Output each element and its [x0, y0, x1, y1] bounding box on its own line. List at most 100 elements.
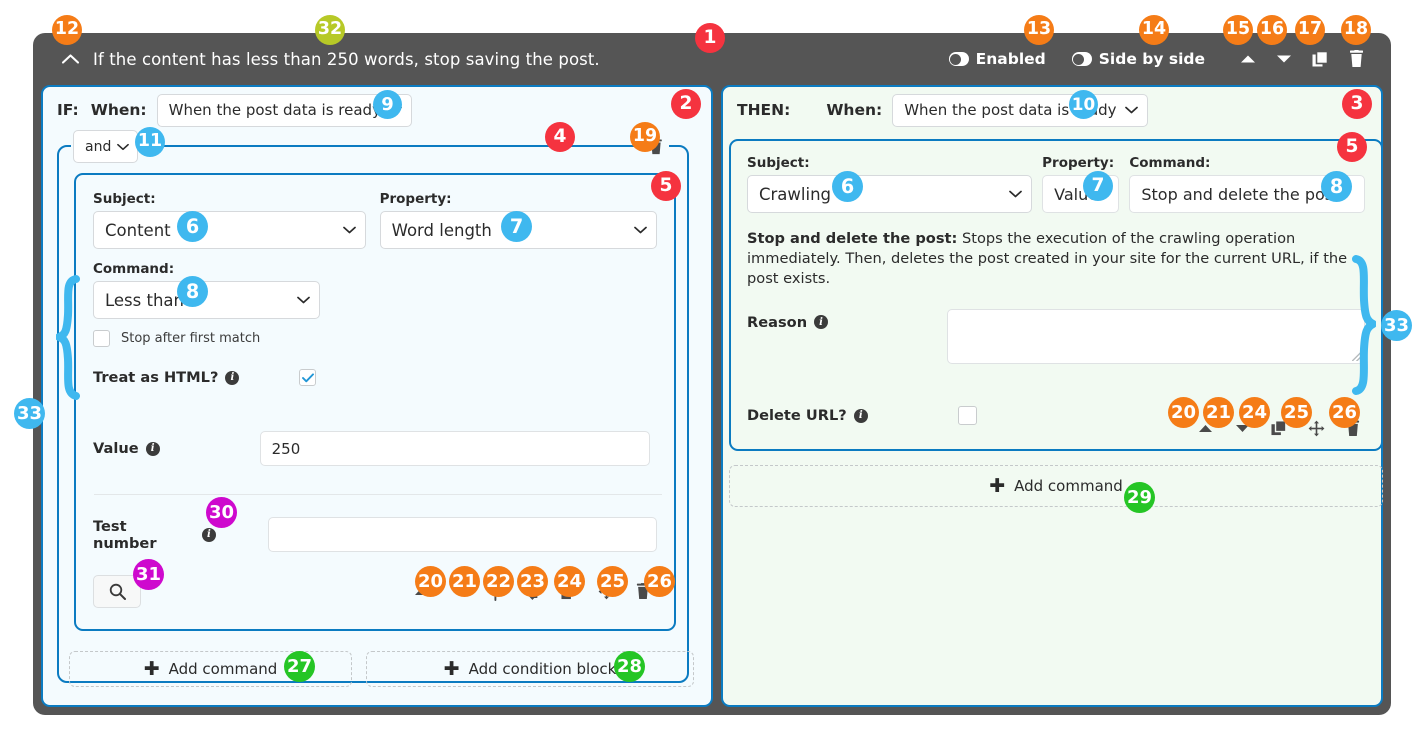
- info-icon[interactable]: i: [225, 370, 240, 385]
- then-command-label: Command:: [1129, 155, 1211, 171]
- then-panel: THEN: When: When the post data is ready …: [721, 85, 1383, 707]
- chevron-down-icon: [117, 143, 130, 151]
- chevron-down-icon: [1124, 106, 1138, 114]
- subject-select[interactable]: Content: [93, 211, 366, 249]
- then-add-command-label: Add command: [1014, 477, 1123, 495]
- if-when-select-value: When the post data is ready: [168, 101, 381, 119]
- test-number-input[interactable]: [267, 517, 657, 552]
- annotation-badge-6: 6: [177, 211, 208, 242]
- annotation-badge-27: 27: [284, 651, 315, 682]
- annotation-badge-26: 26: [1329, 397, 1360, 428]
- annotation-badge-25: 25: [597, 566, 628, 597]
- add-condition-block-label: Add condition block: [468, 660, 617, 678]
- annotation-badge-28: 28: [614, 651, 645, 682]
- annotation-badge-24: 24: [554, 566, 585, 597]
- move-down-icon[interactable]: [1267, 44, 1301, 74]
- annotation-badge-14: 14: [1139, 15, 1169, 45]
- annotation-badge-24: 24: [1239, 397, 1270, 428]
- annotation-badge-6: 6: [832, 171, 863, 202]
- annotation-badge-11: 11: [135, 127, 165, 157]
- then-command-value: Stop and delete the post: [1141, 184, 1340, 204]
- annotation-badge-8: 8: [1321, 171, 1352, 202]
- annotation-badge-22: 22: [483, 566, 514, 597]
- plus-icon: ✚: [989, 474, 1006, 497]
- annotation-badge-20: 20: [1168, 397, 1199, 428]
- then-when-select[interactable]: When the post data is ready: [892, 93, 1148, 127]
- annotation-badge-7: 7: [1083, 171, 1113, 201]
- reason-textarea-text: [948, 310, 1364, 322]
- annotation-badge-33: 33: [14, 398, 45, 429]
- value-input[interactable]: 250: [259, 431, 650, 466]
- condition-command-card: Subject: Content Property: Word length C…: [74, 173, 676, 631]
- chevron-down-icon: [1009, 190, 1022, 198]
- annotation-badge-21: 21: [449, 566, 480, 597]
- plus-icon: ✚: [443, 657, 460, 680]
- plus-icon: ✚: [143, 657, 160, 680]
- annotation-badge-33: 33: [1381, 310, 1412, 341]
- condition-operator-select[interactable]: and: [73, 130, 139, 163]
- annotation-badge-5: 5: [651, 171, 681, 201]
- annotation-badge-17: 17: [1295, 15, 1325, 45]
- search-icon: [109, 583, 126, 600]
- page-title: If the content has less than 250 words, …: [93, 49, 600, 69]
- stop-after-first-match-checkbox[interactable]: [93, 330, 110, 347]
- condition-group: and Subject: Content Property: Word leng…: [57, 130, 689, 683]
- chevron-down-icon: [342, 226, 356, 234]
- annotation-badge-2: 2: [671, 89, 701, 119]
- command-select-value: Less than: [105, 290, 184, 310]
- reason-row: Reason i: [747, 309, 1365, 365]
- then-subject-label: Subject:: [747, 155, 810, 171]
- test-number-row: Test number i: [93, 517, 657, 552]
- condition-operator-value: and: [85, 138, 112, 155]
- info-icon[interactable]: i: [145, 441, 160, 456]
- annotation-badge-1: 1: [695, 23, 725, 53]
- if-panel-footer: ✚ Add command ✚ Add condition block: [69, 651, 694, 687]
- delete-url-checkbox[interactable]: [957, 406, 977, 426]
- collapse-icon[interactable]: [55, 45, 85, 73]
- annotation-badge-5: 5: [1337, 132, 1367, 162]
- annotation-badge-15: 15: [1223, 15, 1253, 45]
- move-up-icon[interactable]: [1231, 44, 1265, 74]
- info-icon[interactable]: i: [201, 527, 216, 542]
- titlebar-actions: Enabled Side by side: [948, 44, 1391, 74]
- annotation-badge-10: 10: [1069, 90, 1098, 119]
- brace-marker-right: [1352, 255, 1376, 395]
- annotation-badge-3: 3: [1342, 89, 1372, 119]
- annotation-badge-21: 21: [1203, 397, 1234, 428]
- treat-as-html-checkbox[interactable]: [299, 369, 317, 386]
- toggle-on-icon: [1071, 52, 1092, 66]
- annotation-badge-31: 31: [133, 559, 164, 590]
- screenshot-root: If the content has less than 250 words, …: [0, 0, 1425, 731]
- then-property-label: Property:: [1042, 155, 1115, 171]
- then-label: THEN:: [737, 101, 791, 119]
- enabled-toggle[interactable]: Enabled: [948, 50, 1046, 68]
- annotation-badge-13: 13: [1024, 15, 1054, 45]
- treat-as-html-row: Treat as HTML? i: [93, 369, 657, 386]
- then-subject-select[interactable]: Crawling: [747, 175, 1033, 213]
- annotation-badge-7: 7: [501, 211, 532, 242]
- annotation-badge-19: 19: [630, 122, 660, 152]
- property-select-value: Word length: [391, 220, 492, 240]
- then-add-command-button[interactable]: ✚ Add command: [729, 465, 1383, 507]
- if-label: IF:: [57, 101, 79, 119]
- annotation-badge-32: 32: [315, 15, 345, 45]
- toggle-on-icon: [948, 52, 969, 66]
- chevron-down-icon: [297, 296, 310, 304]
- side-by-side-toggle[interactable]: Side by side: [1071, 50, 1205, 68]
- treat-as-html-label: Treat as HTML?: [93, 369, 219, 386]
- brace-marker-left: [56, 275, 80, 400]
- info-icon[interactable]: i: [814, 315, 828, 330]
- panels-container: IF: When: When the post data is ready an…: [41, 85, 1383, 707]
- annotation-badge-18: 18: [1341, 15, 1371, 45]
- stop-after-first-match-row[interactable]: Stop after first match: [93, 330, 657, 347]
- then-subject-select-value: Crawling: [759, 184, 832, 204]
- trash-icon[interactable]: [1339, 44, 1373, 74]
- chevron-down-icon: [634, 226, 647, 234]
- subject-label: Subject:: [93, 191, 156, 207]
- duplicate-icon[interactable]: [1303, 44, 1337, 74]
- reason-textarea[interactable]: [946, 309, 1365, 365]
- info-icon[interactable]: i: [853, 408, 868, 423]
- annotation-badge-26: 26: [644, 566, 675, 597]
- then-when-label: When:: [826, 101, 883, 119]
- automation-rule-window: If the content has less than 250 words, …: [33, 33, 1391, 715]
